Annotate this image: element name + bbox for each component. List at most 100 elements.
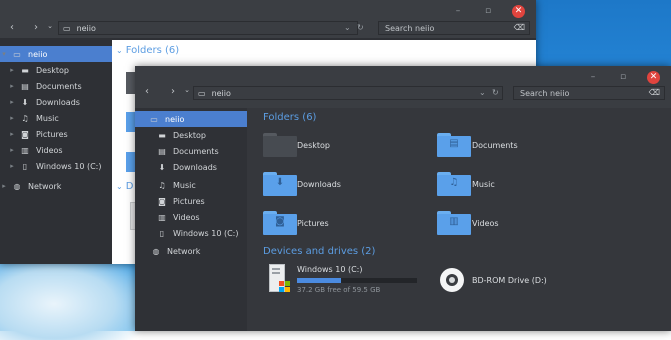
refresh-icon[interactable]: ↻ [357,23,364,32]
drive-d-label[interactable]: BD-ROM Drive (D:) [472,276,547,285]
nav-item-windows-c[interactable]: ▯ Windows 10 (C:) [135,225,247,241]
nav-item-network[interactable]: ▸ ◍ Network [0,178,112,194]
search-input[interactable]: Search neiio ⌫ [378,21,530,35]
drive-c-usage-fill [297,278,342,283]
nav-item-videos[interactable]: ▥ Videos [135,209,247,225]
navigation-pane: ▭ neiio ▬ Desktop ▤ Documents ⬇ Download… [135,108,247,331]
folder-music-icon[interactable]: ♫ [437,172,471,196]
folder-documents-icon[interactable]: ▤ [437,133,471,157]
search-placeholder: Search neiio [385,23,435,33]
download-icon: ⬇ [158,162,166,172]
collapse-caret-icon[interactable]: ▾ [0,50,8,58]
close-button[interactable]: ✕ [512,5,525,18]
folder-music-label[interactable]: Music [472,180,495,189]
drive-c-free-text: 37.2 GB free of 59.5 GB [297,286,381,294]
nav-item-neiio[interactable]: ▭ neiio [135,111,247,127]
nav-item-neiio[interactable]: ▾ ▭ neiio [0,46,112,62]
section-heading-devices: ⌄ D [116,181,134,192]
collapse-caret-icon[interactable]: ⌄ [116,182,123,191]
nav-item-documents[interactable]: ▤ Documents [135,143,247,159]
documents-icon: ▤ [158,146,166,156]
expand-caret-icon[interactable]: ▸ [8,146,16,154]
folder-downloads-icon[interactable]: ⬇ [263,172,297,196]
address-bar[interactable]: ▭ neiio [58,21,358,35]
folder-desktop-icon[interactable] [263,133,297,157]
camera-icon: ◙ [158,196,166,206]
folder-pictures-label[interactable]: Pictures [297,219,329,228]
refresh-icon[interactable]: ↻ [492,88,499,97]
nav-item-windows-c[interactable]: ▸ ▯ Windows 10 (C:) [0,158,112,174]
drive-icon: ▯ [22,161,28,171]
nav-item-documents[interactable]: ▸ ▤ Documents [0,78,112,94]
folder-pictures-icon[interactable]: ◙ [263,211,297,235]
nav-item-network[interactable]: ◍ Network [135,243,247,259]
title-bar[interactable]: – ▫ ✕ ‹ › ⌄ ▭ neiio ⌄ ↻ Search neiio ⌫ [135,66,671,108]
folder-desktop-label[interactable]: Desktop [297,141,330,150]
address-dropdown-icon[interactable]: ⌄ [479,88,486,97]
folder-videos-icon[interactable]: ▥ [437,211,471,235]
nav-item-pictures[interactable]: ▸ ◙ Pictures [0,126,112,142]
drive-icon: ▯ [159,228,165,238]
folder-icon: ▬ [21,65,29,75]
nav-item-pictures[interactable]: ◙ Pictures [135,193,247,209]
folder-videos-label[interactable]: Videos [472,219,499,228]
network-icon: ◍ [152,246,160,256]
search-placeholder: Search neiio [520,88,570,98]
section-heading-folders: ⌄ Folders (6) [116,45,180,56]
music-icon: ♫ [158,180,166,190]
expand-caret-icon[interactable]: ▸ [8,82,16,90]
maximize-icon[interactable]: ▫ [482,5,494,17]
nav-item-music[interactable]: ▸ ♫ Music [0,110,112,126]
clear-search-icon[interactable]: ⌫ [514,23,525,32]
section-heading-folders: Folders (6) [263,112,317,123]
computer-icon: ▭ [150,114,158,124]
folder-icon: ▬ [158,130,166,140]
expand-caret-icon[interactable]: ▸ [8,130,16,138]
nav-item-downloads[interactable]: ▸ ⬇ Downloads [0,94,112,110]
maximize-icon[interactable]: ▫ [617,71,629,83]
address-dropdown-icon[interactable]: ⌄ [344,23,351,32]
computer-icon: ▭ [198,88,206,98]
expand-caret-icon[interactable]: ▸ [8,98,16,106]
navigation-pane: ▾ ▭ neiio ▸ ▬ Desktop ▸ ▤ Documents ▸ ⬇ … [0,40,112,264]
collapse-caret-icon[interactable]: ⌄ [116,46,123,55]
explorer-window-front[interactable]: – ▫ ✕ ‹ › ⌄ ▭ neiio ⌄ ↻ Search neiio ⌫ ▭… [135,66,671,331]
documents-icon: ▤ [21,81,29,91]
optical-disc-icon[interactable] [440,268,464,292]
expand-caret-icon[interactable]: ▸ [8,66,16,74]
windows-drive-icon[interactable] [267,264,291,294]
address-bar[interactable]: ▭ neiio [193,86,503,100]
folder-documents-label[interactable]: Documents [472,141,518,150]
nav-item-music[interactable]: ♫ Music [135,177,247,193]
expand-caret-icon[interactable]: ▸ [0,182,8,190]
film-icon: ▥ [21,145,29,155]
chevron-down-icon[interactable]: ⌄ [42,22,58,30]
computer-icon: ▭ [13,49,21,59]
nav-item-videos[interactable]: ▸ ▥ Videos [0,142,112,158]
address-text: neiio [211,88,231,98]
minimize-icon[interactable]: – [452,5,464,17]
expand-caret-icon[interactable]: ▸ [8,162,16,170]
content-pane: Folders (6) Desktop ▤ Documents ⬇ Downlo… [247,108,671,331]
nav-bar: ‹ › ⌄ ▭ neiio ⌄ ↻ Search neiio ⌫ [0,18,536,38]
network-icon: ◍ [13,181,21,191]
back-arrow-icon[interactable]: ‹ [4,22,20,33]
music-icon: ♫ [21,113,29,123]
drive-c-usage-bar [297,278,417,283]
nav-item-downloads[interactable]: ⬇ Downloads [135,159,247,175]
minimize-icon[interactable]: – [587,71,599,83]
search-input[interactable]: Search neiio ⌫ [513,86,665,100]
folder-downloads-label[interactable]: Downloads [297,180,341,189]
film-icon: ▥ [158,212,166,222]
drive-c-label[interactable]: Windows 10 (C:) [297,265,363,274]
nav-item-desktop[interactable]: ▸ ▬ Desktop [0,62,112,78]
nav-item-desktop[interactable]: ▬ Desktop [135,127,247,143]
clear-search-icon[interactable]: ⌫ [649,88,660,97]
section-heading-devices: Devices and drives (2) [263,246,376,257]
computer-icon: ▭ [63,23,71,33]
back-arrow-icon[interactable]: ‹ [139,86,155,97]
close-button[interactable]: ✕ [647,71,660,84]
address-text: neiio [76,23,96,33]
camera-icon: ◙ [21,129,29,139]
expand-caret-icon[interactable]: ▸ [8,114,16,122]
